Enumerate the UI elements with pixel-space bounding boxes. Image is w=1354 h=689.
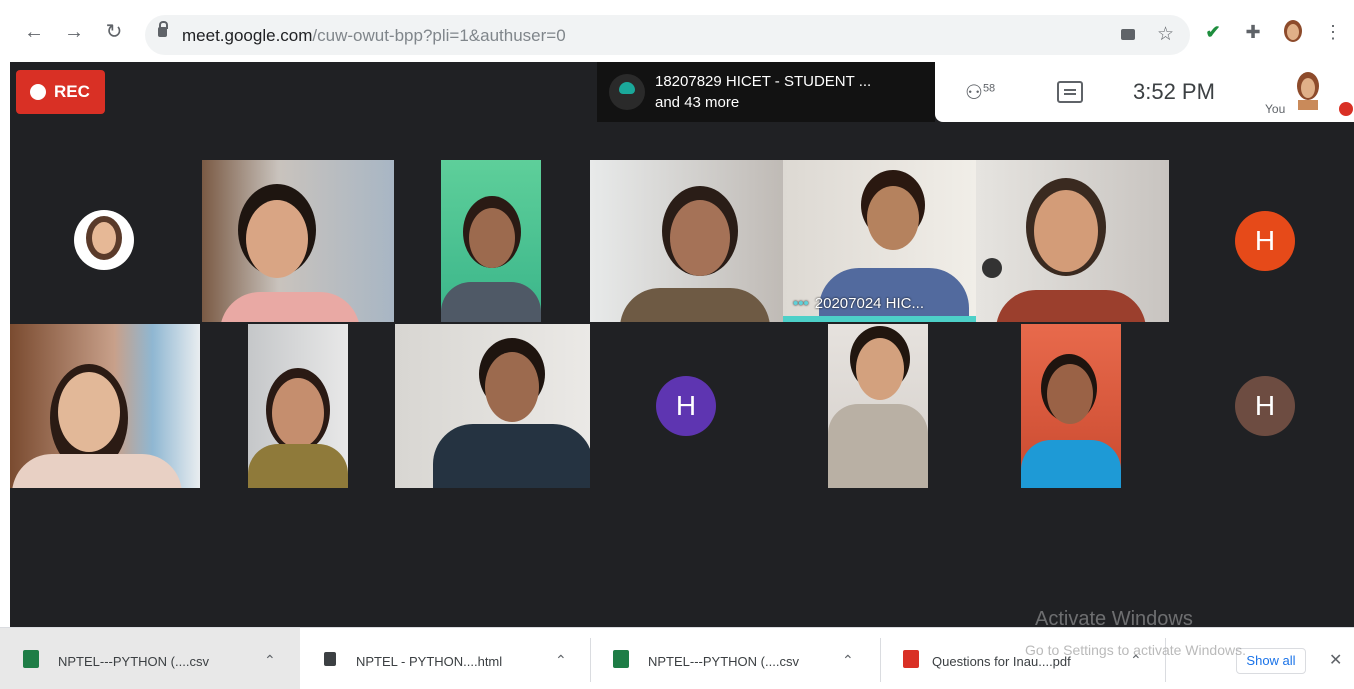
active-speaker-bar	[783, 316, 976, 322]
close-icon[interactable]: ✕	[1329, 650, 1342, 670]
presenter-banner[interactable]: 18207829 HICET - STUDENT ... and 43 more	[597, 62, 935, 122]
download-filename: NPTEL---PYTHON (....csv	[58, 654, 209, 669]
participant-tile[interactable]	[200, 160, 395, 322]
download-item[interactable]: NPTEL---PYTHON (....csv ⌃	[590, 628, 880, 689]
star-icon[interactable]: ☆	[1157, 23, 1174, 46]
presenter-more: and 43 more	[655, 94, 740, 111]
presenter-text: 18207829 HICET - STUDENT ... and 43 more	[655, 71, 871, 113]
address-bar[interactable]: meet.google.com/cuw-owut-bpp?pli=1&authu…	[145, 15, 1190, 55]
pdf-icon	[903, 650, 919, 668]
avatar-letter: H	[1235, 376, 1295, 436]
checkmark-icon[interactable]: ✔	[1201, 20, 1225, 44]
chevron-up-icon[interactable]: ⌃	[842, 652, 854, 669]
kebab-menu-icon[interactable]: ⋮	[1321, 20, 1345, 44]
download-filename: NPTEL - PYTHON....html	[356, 654, 503, 669]
download-item[interactable]: NPTEL---PYTHON (....csv ⌃	[0, 628, 300, 689]
participant-tile[interactable]: ••• 20207024 HIC...	[783, 160, 976, 322]
url-text[interactable]: meet.google.com/cuw-owut-bpp?pli=1&authu…	[182, 26, 566, 46]
participants-count: 58	[982, 82, 996, 95]
participant-tile[interactable]	[200, 324, 395, 488]
puzzle-icon[interactable]: ✚	[1241, 20, 1265, 44]
you-label: You	[1265, 102, 1286, 116]
url-host: meet.google.com	[182, 26, 313, 45]
participant-tile[interactable]	[590, 160, 785, 322]
back-arrow-icon[interactable]: ←	[22, 20, 46, 44]
camera-icon[interactable]	[1121, 29, 1135, 40]
top-right-controls: ⚇58 3:52 PM You	[935, 62, 1354, 122]
presenter-name: 18207829 HICET - STUDENT ...	[655, 73, 872, 90]
participant-avatar	[74, 210, 134, 270]
recording-indicator: REC	[16, 70, 105, 114]
participant-name-text: 20207024 HIC...	[814, 295, 925, 312]
participant-name: ••• 20207024 HIC...	[793, 295, 924, 312]
clock: 3:52 PM	[1133, 79, 1215, 104]
downloads-bar: NPTEL---PYTHON (....csv ⌃ NPTEL - PYTHON…	[0, 627, 1354, 689]
people-icon: ⚇	[965, 82, 983, 104]
download-filename: NPTEL---PYTHON (....csv	[648, 654, 799, 669]
participant-tile[interactable]: H	[590, 324, 826, 488]
excel-icon	[23, 650, 39, 668]
chevron-up-icon[interactable]: ⌃	[555, 652, 567, 669]
html-icon	[324, 652, 336, 666]
more-options-icon[interactable]: •••	[793, 295, 809, 312]
avatar-letter: H	[1235, 211, 1295, 271]
participant-tile[interactable]	[395, 160, 590, 322]
participant-tile[interactable]	[976, 160, 1169, 322]
participant-tile[interactable]	[10, 324, 200, 488]
download-item[interactable]: Questions for Inau....pdf ⌃	[880, 628, 1165, 689]
url-path: /cuw-owut-bpp?pli=1&authuser=0	[312, 26, 566, 45]
avatar-letter: H	[656, 376, 716, 436]
forward-arrow-icon[interactable]: →	[62, 20, 86, 44]
chat-icon[interactable]	[1057, 81, 1083, 103]
notification-badge	[1339, 102, 1353, 116]
participant-tile[interactable]: H	[1171, 324, 1354, 488]
windows-watermark-subtitle: Go to Settings to activate Windows.	[1025, 642, 1246, 658]
presenter-avatar	[609, 74, 645, 110]
participant-tile[interactable]	[1019, 324, 1171, 488]
headset-icon	[982, 258, 1002, 278]
lock-icon[interactable]	[158, 21, 168, 37]
show-all-button[interactable]: Show all	[1236, 648, 1306, 674]
self-avatar[interactable]	[1295, 72, 1321, 110]
browser-toolbar: ← → ↻ meet.google.com/cuw-owut-bpp?pli=1…	[0, 0, 1354, 62]
reload-icon[interactable]: ↻	[102, 20, 126, 44]
record-dot-icon	[30, 84, 46, 100]
chevron-up-icon[interactable]: ⌃	[264, 652, 276, 669]
participant-tile[interactable]	[10, 160, 200, 322]
participant-tile[interactable]: H	[1169, 160, 1354, 322]
meet-stage: REC 18207829 HICET - STUDENT ... and 43 …	[10, 62, 1354, 630]
participant-tile[interactable]	[826, 324, 1019, 488]
rec-label: REC	[54, 82, 90, 101]
participant-tile[interactable]	[395, 324, 590, 488]
profile-icon[interactable]	[1281, 20, 1305, 44]
people-button[interactable]: ⚇58	[965, 80, 995, 105]
download-item[interactable]: NPTEL - PYTHON....html ⌃	[300, 628, 590, 689]
excel-icon	[613, 650, 629, 668]
